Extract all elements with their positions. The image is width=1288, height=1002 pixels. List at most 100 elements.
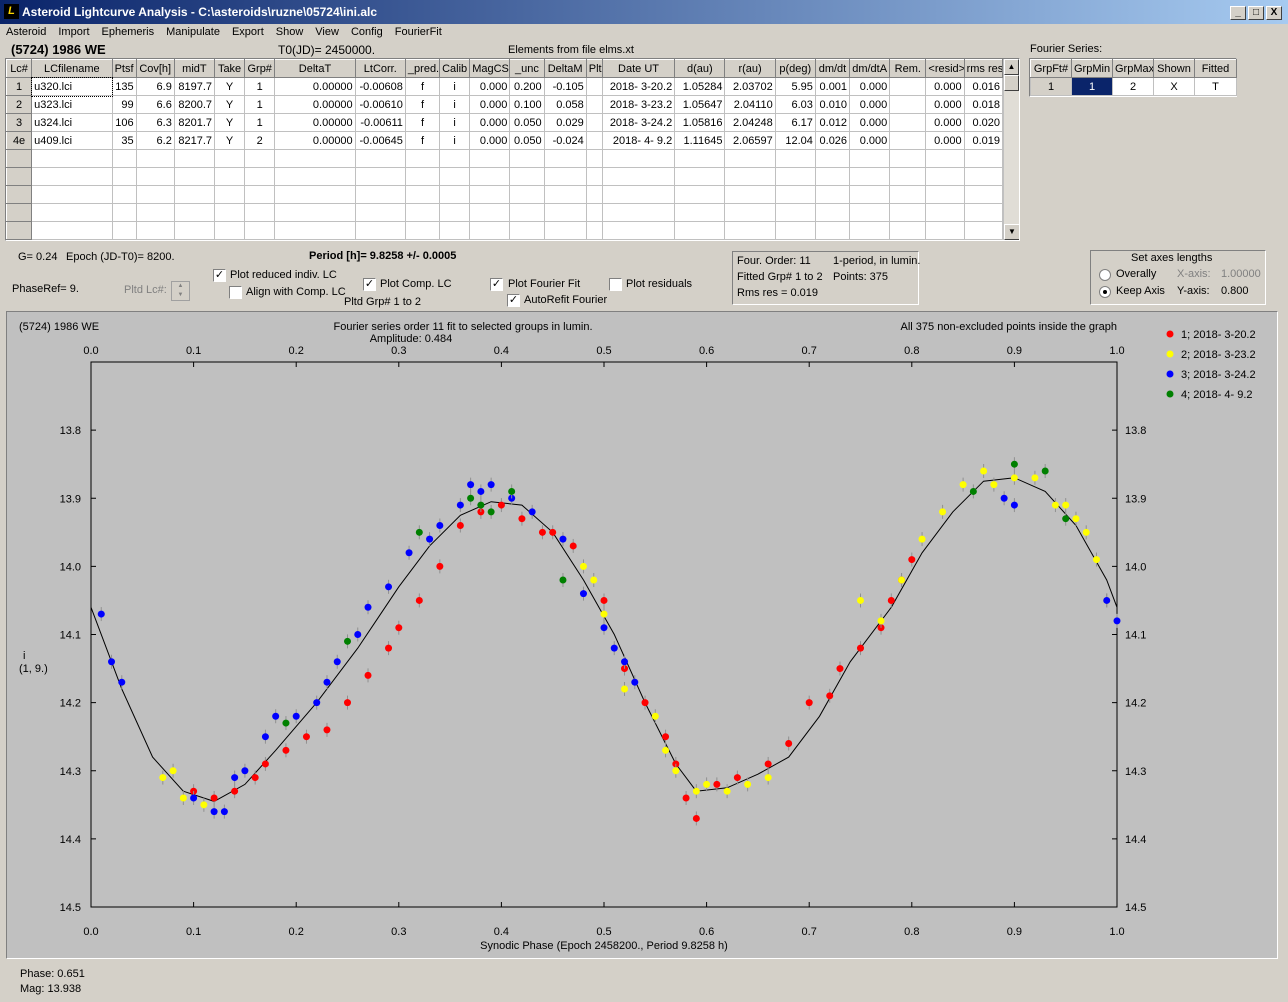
fourier-cell-grpft[interactable]: 1 [1030, 77, 1072, 96]
table-cell[interactable]: 0.00000 [274, 113, 356, 132]
fourier-col-header-shown[interactable]: Shown [1153, 59, 1195, 78]
table-cell[interactable]: 0.000 [849, 95, 891, 114]
table-cell[interactable]: 6.17 [774, 113, 816, 132]
table-cell[interactable] [724, 185, 776, 204]
table-cell[interactable] [774, 203, 816, 222]
table-row[interactable] [6, 203, 1004, 222]
table-cell[interactable] [213, 149, 246, 168]
table-cell[interactable]: f [404, 113, 441, 132]
scroll-up-arrow-icon[interactable]: ▲ [1004, 59, 1019, 75]
table-cell[interactable] [274, 203, 356, 222]
table-cell[interactable] [135, 167, 175, 186]
table-cell[interactable]: 0.000 [849, 113, 891, 132]
table-cell[interactable] [354, 203, 406, 222]
table-cell[interactable]: 0.016 [963, 77, 1004, 96]
table-cell[interactable] [404, 149, 441, 168]
menu-import[interactable]: Import [52, 24, 95, 41]
table-cell[interactable] [925, 185, 965, 204]
lc-col-header-unc[interactable]: _unc [509, 59, 545, 78]
table-cell[interactable]: 1 [244, 77, 276, 96]
table-cell[interactable] [509, 149, 545, 168]
lc-table-scrollbar[interactable]: ▲ ▼ [1003, 59, 1019, 240]
fourier-col-header-grpmax[interactable]: GrpMax [1112, 59, 1154, 78]
table-cell[interactable]: Y [213, 77, 246, 96]
table-cell[interactable] [135, 185, 175, 204]
table-cell[interactable] [925, 167, 965, 186]
lc-col-header-plt[interactable]: Plt [585, 59, 603, 78]
table-cell[interactable]: f [404, 77, 441, 96]
lc-col-header-r-au[interactable]: r(au) [724, 59, 776, 78]
table-row[interactable]: 3 u324.lci 106 6.3 8201.7 Y 1 0.00000 -0.00611 f i… [6, 113, 1004, 132]
table-cell[interactable] [543, 221, 587, 240]
lc-col-header-take[interactable]: Take [213, 59, 246, 78]
table-cell[interactable] [135, 221, 175, 240]
lc-col-header-pred[interactable]: _pred. [404, 59, 441, 78]
table-cell[interactable]: Y [213, 113, 246, 132]
table-cell[interactable]: 0.000 [849, 131, 891, 150]
align-comp-checkbox[interactable] [229, 286, 242, 299]
table-cell[interactable]: 0.100 [509, 95, 545, 114]
table-cell[interactable]: -0.00610 [354, 95, 406, 114]
table-cell[interactable]: 135 [111, 77, 137, 96]
table-cell[interactable]: 2018- 3-20.2 [601, 77, 676, 96]
x-axis-input[interactable]: 1.00000 [1221, 268, 1261, 280]
table-cell[interactable] [509, 221, 545, 240]
table-cell[interactable]: f [404, 131, 441, 150]
fourier-col-header-grpmin[interactable]: GrpMin [1071, 59, 1113, 78]
table-cell[interactable] [354, 185, 406, 204]
table-row[interactable]: 4e u409.lci 35 6.2 8217.7 Y 2 0.00000 -0.00645 f i… [6, 131, 1004, 150]
table-cell[interactable]: 8200.7 [173, 95, 216, 114]
table-cell[interactable]: u324.lci [31, 113, 113, 132]
table-cell[interactable] [469, 203, 511, 222]
table-cell[interactable] [213, 203, 246, 222]
table-cell[interactable]: 1.05647 [674, 95, 726, 114]
table-cell[interactable] [849, 221, 891, 240]
table-cell[interactable] [469, 167, 511, 186]
table-cell[interactable] [585, 185, 603, 204]
table-cell[interactable] [963, 185, 1004, 204]
row-header-cell[interactable]: 4e [6, 131, 33, 150]
lightcurve-plot-panel[interactable]: (5724) 1986 WE Fourier series order 11 f… [6, 311, 1278, 959]
table-cell[interactable] [674, 185, 726, 204]
close-button[interactable]: X [1266, 6, 1282, 20]
table-cell[interactable]: 0.000 [469, 77, 511, 96]
menu-fourierfit[interactable]: FourierFit [389, 24, 448, 41]
table-cell[interactable]: -0.00611 [354, 113, 406, 132]
table-cell[interactable]: 6.03 [774, 95, 816, 114]
table-cell[interactable] [244, 149, 276, 168]
lc-col-header-dm-dt[interactable]: dm/dt [814, 59, 851, 78]
table-cell[interactable]: 2.03702 [724, 77, 776, 96]
table-cell[interactable]: 0.00000 [274, 77, 356, 96]
table-cell[interactable] [274, 221, 356, 240]
table-cell[interactable] [213, 167, 246, 186]
table-cell[interactable] [814, 167, 851, 186]
table-cell[interactable]: 2.04110 [724, 95, 776, 114]
row-header-cell[interactable] [6, 185, 33, 204]
table-cell[interactable] [509, 185, 545, 204]
table-cell[interactable] [31, 221, 113, 240]
lc-col-header-midt[interactable]: midT [173, 59, 216, 78]
table-cell[interactable] [135, 203, 175, 222]
table-cell[interactable]: i [439, 131, 471, 150]
table-cell[interactable]: 8197.7 [173, 77, 216, 96]
table-cell[interactable] [925, 221, 965, 240]
table-cell[interactable] [585, 149, 603, 168]
fourier-cell-fitted[interactable]: T [1194, 77, 1237, 96]
table-cell[interactable] [31, 149, 113, 168]
fourier-col-header-fitted[interactable]: Fitted [1194, 59, 1237, 78]
table-cell[interactable] [173, 221, 216, 240]
plot-fourier-checkbox[interactable]: ✓ [490, 278, 503, 291]
table-cell[interactable] [244, 185, 276, 204]
table-cell[interactable] [814, 149, 851, 168]
table-cell[interactable] [849, 167, 891, 186]
table-cell[interactable]: 0.058 [543, 95, 587, 114]
table-cell[interactable]: 0.000 [925, 95, 965, 114]
spin-down-icon[interactable]: ▼ [172, 291, 189, 300]
table-cell[interactable] [674, 203, 726, 222]
table-cell[interactable] [543, 167, 587, 186]
table-cell[interactable] [543, 185, 587, 204]
table-cell[interactable] [585, 221, 603, 240]
lightcurve-plot[interactable]: (5724) 1986 WE Fourier series order 11 f… [7, 312, 1277, 958]
table-cell[interactable] [111, 221, 137, 240]
lc-col-header-ltcorr[interactable]: LtCorr. [354, 59, 406, 78]
